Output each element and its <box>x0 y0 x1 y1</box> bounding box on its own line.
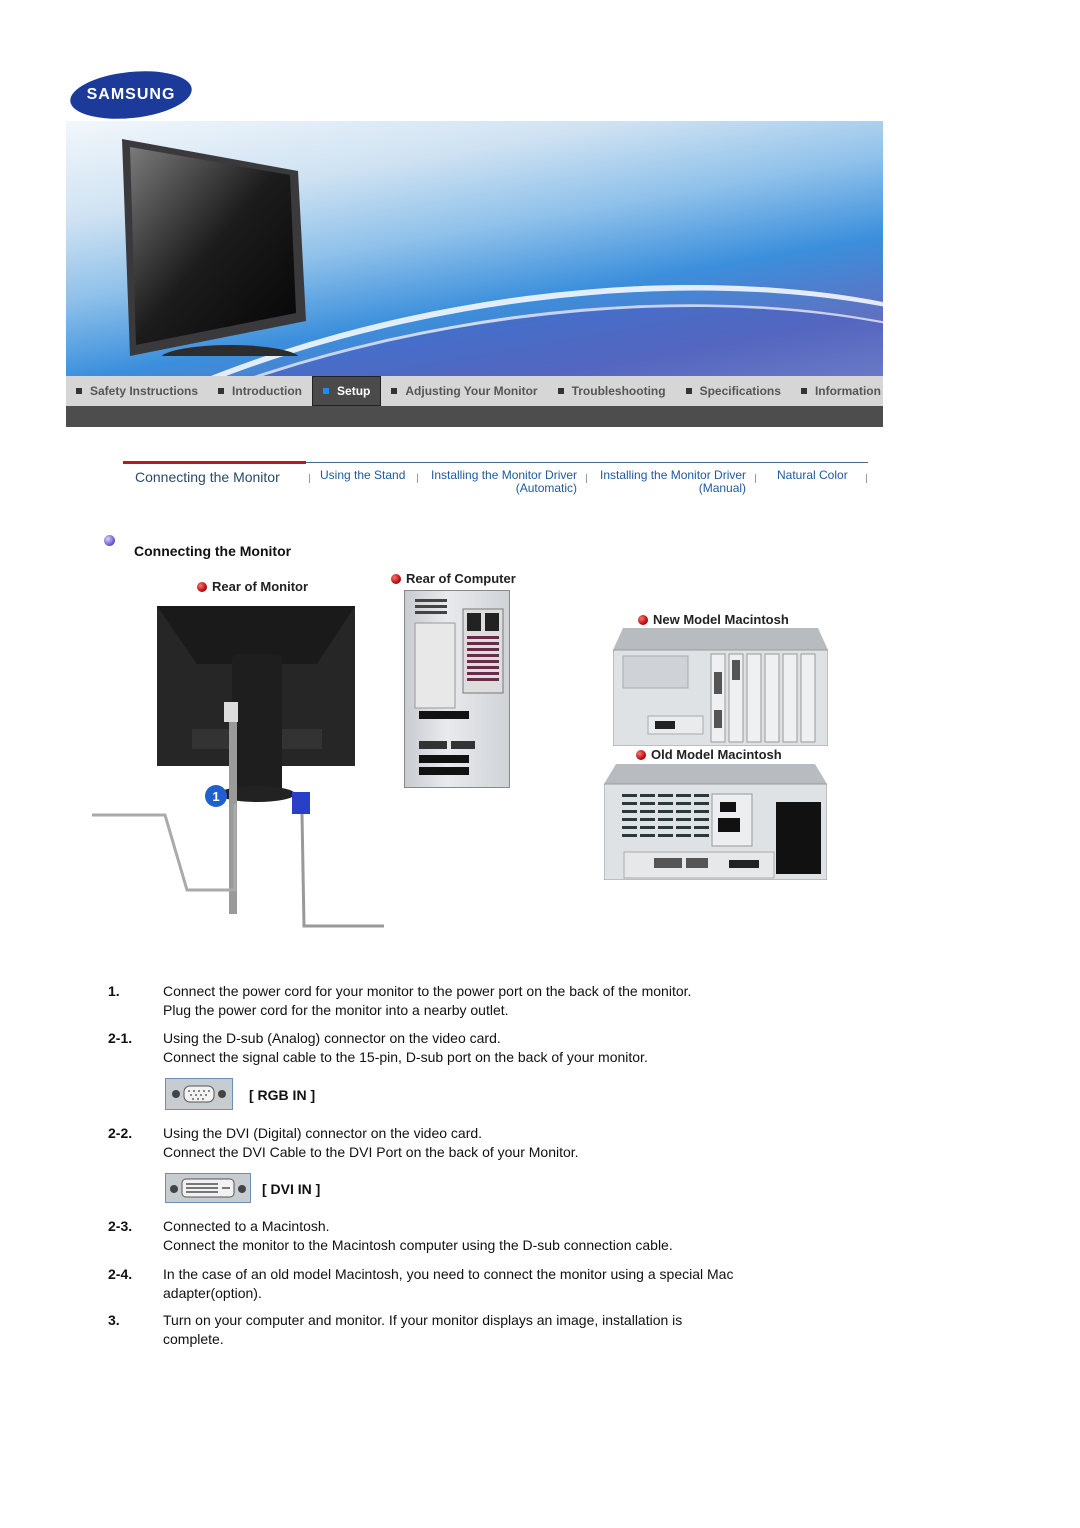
monitor-product-image <box>122 139 306 356</box>
nav-safety-instructions[interactable]: Safety Instructions <box>66 376 208 406</box>
new-model-macintosh-image <box>613 628 828 746</box>
separator <box>309 474 310 483</box>
step-number: 1. <box>108 983 120 999</box>
step-text: In the case of an old model Macintosh, y… <box>163 1265 843 1303</box>
separator <box>417 474 418 483</box>
nav-label: Troubleshooting <box>571 384 666 398</box>
separator <box>755 474 756 483</box>
step-number: 3. <box>108 1312 120 1328</box>
nav-setup[interactable]: Setup <box>312 376 382 406</box>
red-bullet-icon <box>636 749 646 760</box>
red-bullet-icon <box>391 573 401 584</box>
bullet-icon <box>391 388 398 394</box>
step-text: Using the DVI (Digital) connector on the… <box>163 1124 843 1162</box>
step-line: Using the D-sub (Analog) connector on th… <box>163 1030 501 1046</box>
subnav-driver-manual[interactable]: Installing the Monitor Driver (Manual) <box>600 469 746 495</box>
subnav-label: Natural Color <box>777 468 848 482</box>
step-line: Plug the power cord for the monitor into… <box>163 1002 509 1018</box>
step-line: Connect the signal cable to the 15-pin, … <box>163 1049 648 1065</box>
samsung-logo: SAMSUNG <box>67 65 195 125</box>
subnav-label: Connecting the Monitor <box>135 469 280 485</box>
new-mac-label: New Model Macintosh <box>638 612 789 627</box>
section-bullet-icon <box>104 535 115 546</box>
step-text: Connected to a Macintosh. Connect the mo… <box>163 1217 843 1255</box>
bullet-icon <box>218 388 225 394</box>
step-number: 2-3. <box>108 1218 133 1234</box>
main-nav: Safety Instructions Introduction Setup A… <box>66 376 883 406</box>
red-bullet-icon <box>197 581 207 592</box>
step-line: Connected to a Macintosh. <box>163 1218 330 1234</box>
step-text: Using the D-sub (Analog) connector on th… <box>163 1029 843 1067</box>
step-text: Turn on your computer and monitor. If yo… <box>163 1311 843 1349</box>
nav-introduction[interactable]: Introduction <box>208 376 312 406</box>
red-bullet-icon <box>638 614 648 625</box>
subnav-label-line2: (Automatic) <box>515 481 578 495</box>
subnav-label-line2: (Manual) <box>698 481 747 495</box>
subnav-using-the-stand[interactable]: Using the Stand <box>320 469 405 482</box>
active-indicator <box>123 461 306 464</box>
subnav-driver-automatic[interactable]: Installing the Monitor Driver (Automatic) <box>431 469 577 495</box>
step-text: Connect the power cord for your monitor … <box>163 982 843 1020</box>
separator <box>866 474 867 483</box>
label-text: Old Model Macintosh <box>651 747 782 762</box>
hero-banner <box>66 121 883 376</box>
step-line: adapter(option). <box>163 1285 262 1301</box>
callout-number: 1 <box>212 789 219 804</box>
section-title: Connecting the Monitor <box>134 543 292 559</box>
bullet-icon <box>76 388 82 394</box>
subnav-connecting-the-monitor[interactable]: Connecting the Monitor <box>135 469 280 485</box>
rgb-port-icon <box>165 1078 233 1110</box>
nav-label: Adjusting Your Monitor <box>405 384 538 398</box>
nav-label: Specifications <box>699 384 781 398</box>
step-line: Connect the power cord for your monitor … <box>163 983 692 999</box>
nav-troubleshooting[interactable]: Troubleshooting <box>548 376 676 406</box>
label-text: New Model Macintosh <box>653 612 789 627</box>
subnav-label: Using the Stand <box>320 468 406 482</box>
nav-specifications[interactable]: Specifications <box>676 376 791 406</box>
nav-adjusting-your-monitor[interactable]: Adjusting Your Monitor <box>381 376 547 406</box>
dvi-port-icon <box>165 1173 251 1203</box>
rear-of-monitor-image: 1 <box>92 606 384 928</box>
step-number: 2-2. <box>108 1125 133 1141</box>
subnav-natural-color[interactable]: Natural Color <box>777 469 848 482</box>
step-line: Connect the monitor to the Macintosh com… <box>163 1237 673 1253</box>
old-mac-label: Old Model Macintosh <box>636 747 782 762</box>
bullet-icon <box>557 388 564 394</box>
nav-label: Setup <box>337 384 371 398</box>
rear-of-computer-image <box>404 590 510 788</box>
bullet-icon <box>323 388 330 394</box>
step-number: 2-1. <box>108 1030 133 1046</box>
nav-label: Introduction <box>232 384 303 398</box>
dvi-in-label: [ DVI IN ] <box>262 1181 321 1197</box>
nav-label: Information <box>814 384 881 398</box>
rear-monitor-label: Rear of Monitor <box>197 579 308 594</box>
label-text: Rear of Computer <box>406 571 516 586</box>
nav-information[interactable]: Information <box>791 376 891 406</box>
nav-label: Safety Instructions <box>90 384 199 398</box>
step-line: In the case of an old model Macintosh, y… <box>163 1266 734 1282</box>
bullet-icon <box>800 388 807 394</box>
step-number: 2-4. <box>108 1266 133 1282</box>
bullet-icon <box>685 388 692 394</box>
rgb-in-label: [ RGB IN ] <box>249 1087 316 1103</box>
sub-nav: Connecting the Monitor Using the Stand I… <box>123 461 868 503</box>
rear-computer-label: Rear of Computer <box>391 571 516 586</box>
logo-text: SAMSUNG <box>86 86 176 103</box>
separator <box>586 474 587 483</box>
label-text: Rear of Monitor <box>212 579 309 594</box>
old-model-macintosh-image <box>604 764 827 880</box>
step-line: Using the DVI (Digital) connector on the… <box>163 1125 483 1141</box>
step-line: complete. <box>163 1331 224 1347</box>
nav-underbar <box>66 406 883 427</box>
step-line: Turn on your computer and monitor. If yo… <box>163 1312 683 1328</box>
step-line: Connect the DVI Cable to the DVI Port on… <box>163 1144 579 1160</box>
